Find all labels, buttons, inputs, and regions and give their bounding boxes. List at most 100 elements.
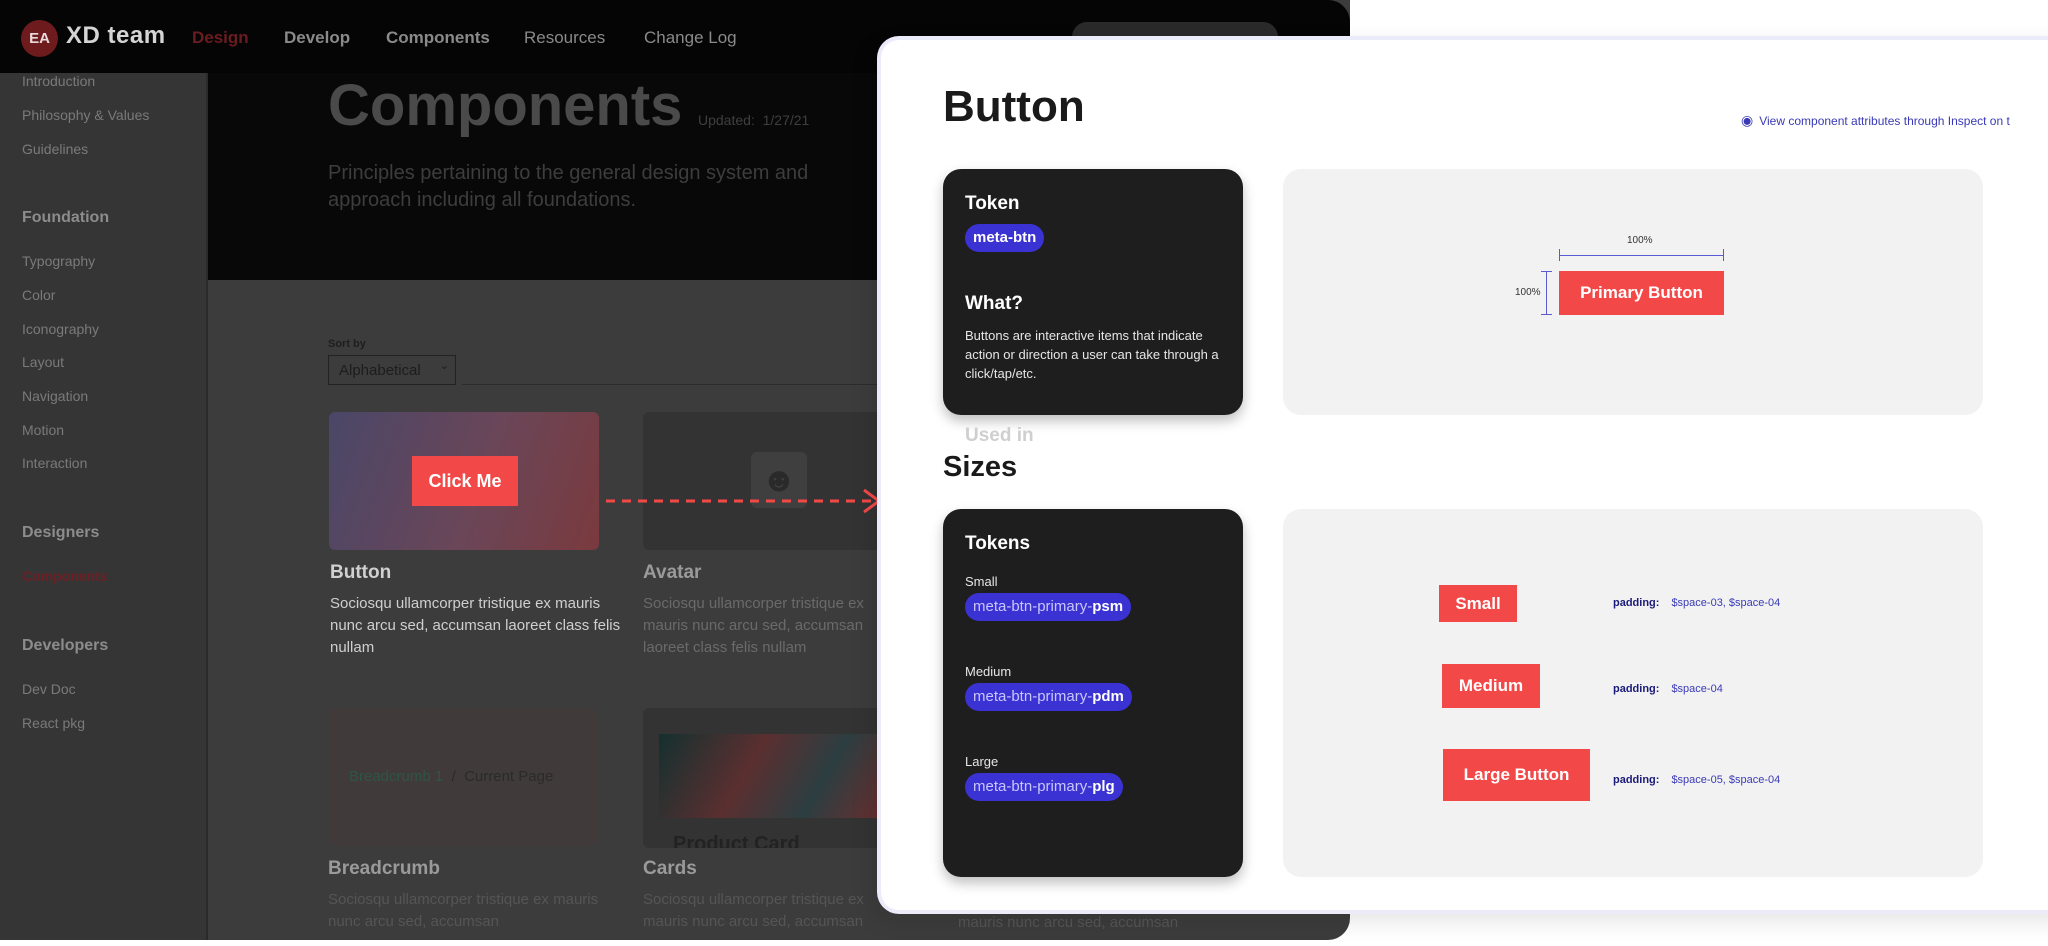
sidebar-item-dev-doc[interactable]: Dev Doc — [22, 681, 76, 697]
button-card-preview[interactable]: Click Me — [329, 412, 599, 550]
medium-padding: padding: $space-04 — [1613, 683, 1723, 695]
small-token-prefix: meta-btn-primary- — [973, 598, 1093, 615]
breadcrumb-link[interactable]: Breadcrumb 1 — [349, 768, 443, 785]
click-me-button[interactable]: Click Me — [412, 456, 518, 506]
nav-components[interactable]: Components — [386, 28, 490, 48]
sidebar-item-react-pkg[interactable]: React pkg — [22, 715, 85, 731]
breadcrumb-separator: / — [451, 768, 456, 785]
button-card-title[interactable]: Button — [330, 562, 391, 584]
sort-select[interactable]: Alphabetical ⌄ — [328, 355, 456, 385]
sidebar-item-iconography[interactable]: Iconography — [22, 321, 99, 337]
height-measure: 100% — [1515, 287, 1541, 298]
width-tick-left — [1559, 249, 1560, 261]
sidebar-item-components[interactable]: Components — [22, 568, 108, 584]
large-size-label: Large — [965, 754, 999, 769]
small-button[interactable]: Small — [1439, 585, 1517, 622]
sidebar-item-interaction[interactable]: Interaction — [22, 455, 87, 471]
avatar-card-desc: Sociosqu ullamcorper tristique ex mauris… — [643, 595, 864, 656]
avatar-card-preview[interactable]: ☻ — [643, 412, 883, 550]
medium-size-label: Medium — [965, 664, 1012, 679]
sidebar-item-philosophy[interactable]: Philosophy & Values — [22, 107, 149, 123]
avatar-card-title[interactable]: Avatar — [643, 562, 701, 584]
updated-label: Updated: — [698, 112, 755, 128]
button-card-desc: Sociosqu ullamcorper tristique ex mauris… — [330, 595, 621, 656]
sidebar-heading-designers: Designers — [22, 524, 100, 541]
width-measure: 100% — [1627, 235, 1653, 246]
divider — [462, 384, 882, 385]
small-padding: padding: $space-03, $space-04 — [1613, 597, 1780, 609]
component-detail-panel: Button ◉ View component attributes throug… — [877, 36, 2048, 914]
cards-card-title[interactable]: Cards — [643, 858, 697, 880]
medium-padding-label: padding: — [1613, 683, 1660, 695]
small-token-suffix: psm — [1092, 598, 1124, 615]
cards-card-preview[interactable]: Product Card — [643, 708, 883, 848]
primary-button[interactable]: Primary Button — [1559, 271, 1724, 315]
ea-logo-icon[interactable]: EA — [21, 20, 58, 57]
nav-resources[interactable]: Resources — [524, 28, 605, 48]
sidebar-heading-developers: Developers — [22, 637, 109, 654]
medium-token-prefix: meta-btn-primary- — [973, 688, 1093, 705]
inspect-link[interactable]: ◉ View component attributes through Inspe… — [1741, 112, 2010, 129]
eye-icon: ◉ — [1741, 112, 1754, 128]
sidebar-item-guidelines[interactable]: Guidelines — [22, 141, 88, 157]
sidebar-item-motion[interactable]: Motion — [22, 422, 64, 438]
large-padding-label: padding: — [1613, 774, 1660, 786]
component-title: Button — [943, 82, 1085, 131]
large-token-pill[interactable]: meta-btn-primary-plg — [965, 773, 1123, 801]
nav-change-log[interactable]: Change Log — [644, 28, 737, 48]
breadcrumb-card-title[interactable]: Breadcrumb — [328, 858, 440, 880]
page-title: Components — [328, 73, 683, 138]
width-dimension-line — [1559, 255, 1724, 256]
nav-develop[interactable]: Develop — [284, 28, 350, 48]
product-image — [659, 734, 883, 818]
height-tick-top — [1541, 271, 1552, 272]
small-token-pill[interactable]: meta-btn-primary-psm — [965, 593, 1132, 621]
sizes-preview-area: Small padding: $space-03, $space-04 Mediu… — [1283, 509, 1983, 877]
site-name[interactable]: XD team — [66, 22, 166, 50]
width-tick-right — [1723, 249, 1724, 261]
breadcrumb-sample: Breadcrumb 1 / Current Page — [349, 768, 553, 785]
product-card-label: Product Card — [673, 833, 800, 848]
size-tokens-card: Tokens Small meta-btn-primary-psm Medium… — [943, 509, 1243, 877]
medium-token-suffix: pdm — [1092, 688, 1124, 705]
large-token-suffix: plg — [1092, 778, 1115, 795]
updated-value: 1/27/21 — [762, 112, 810, 128]
height-dimension-line — [1546, 271, 1547, 315]
sidebar-item-introduction[interactable]: Introduction — [22, 73, 95, 89]
breadcrumb-card-preview[interactable]: Breadcrumb 1 / Current Page — [329, 708, 597, 846]
page-description: Principles pertaining to the general des… — [328, 162, 809, 211]
sizes-heading: Sizes — [943, 451, 1018, 483]
button-preview-area: 100% 100% Primary Button — [1283, 169, 1983, 415]
breadcrumb-card-desc: Sociosqu ullamcorper tristique ex mauris… — [328, 891, 599, 930]
what-description: Buttons are interactive items that indic… — [965, 328, 1219, 381]
third-card-desc: mauris nunc arcu sed, accumsan — [958, 914, 1179, 931]
small-padding-label: padding: — [1613, 597, 1660, 609]
cards-card-desc: Sociosqu ullamcorper tristique ex mauris… — [643, 891, 864, 930]
nav-design[interactable]: Design — [192, 28, 249, 48]
large-button[interactable]: Large Button — [1443, 749, 1590, 801]
medium-button[interactable]: Medium — [1442, 664, 1540, 708]
height-tick-bottom — [1541, 314, 1552, 315]
medium-padding-value: $space-04 — [1671, 683, 1723, 695]
large-padding: padding: $space-05, $space-04 — [1613, 774, 1780, 786]
sidebar-heading-foundation: Foundation — [22, 209, 110, 226]
sidebar-item-navigation[interactable]: Navigation — [22, 388, 88, 404]
sort-value: Alphabetical — [339, 362, 421, 379]
breadcrumb-current: Current Page — [464, 768, 554, 785]
small-padding-value: $space-03, $space-04 — [1671, 597, 1781, 609]
token-pill[interactable]: meta-btn — [965, 224, 1045, 252]
chevron-down-icon: ⌄ — [439, 360, 449, 372]
sidebar-item-layout[interactable]: Layout — [22, 354, 64, 370]
medium-token-pill[interactable]: meta-btn-primary-pdm — [965, 683, 1132, 711]
inspect-link-text: View component attributes through Inspec… — [1759, 114, 2010, 128]
sort-label: Sort by — [328, 338, 366, 350]
dashed-arrow-icon — [606, 488, 882, 514]
sidebar — [0, 73, 208, 940]
token-card: Token meta-btn What? Buttons are interac… — [943, 169, 1243, 415]
used-in-ghost: Used in — [965, 425, 1034, 446]
sidebar-item-typography[interactable]: Typography — [22, 253, 95, 269]
large-padding-value: $space-05, $space-04 — [1671, 774, 1781, 786]
updated-date: Updated: 1/27/21 — [698, 112, 809, 128]
sidebar-item-color[interactable]: Color — [22, 287, 55, 303]
tokens-heading: Tokens — [965, 533, 1031, 554]
